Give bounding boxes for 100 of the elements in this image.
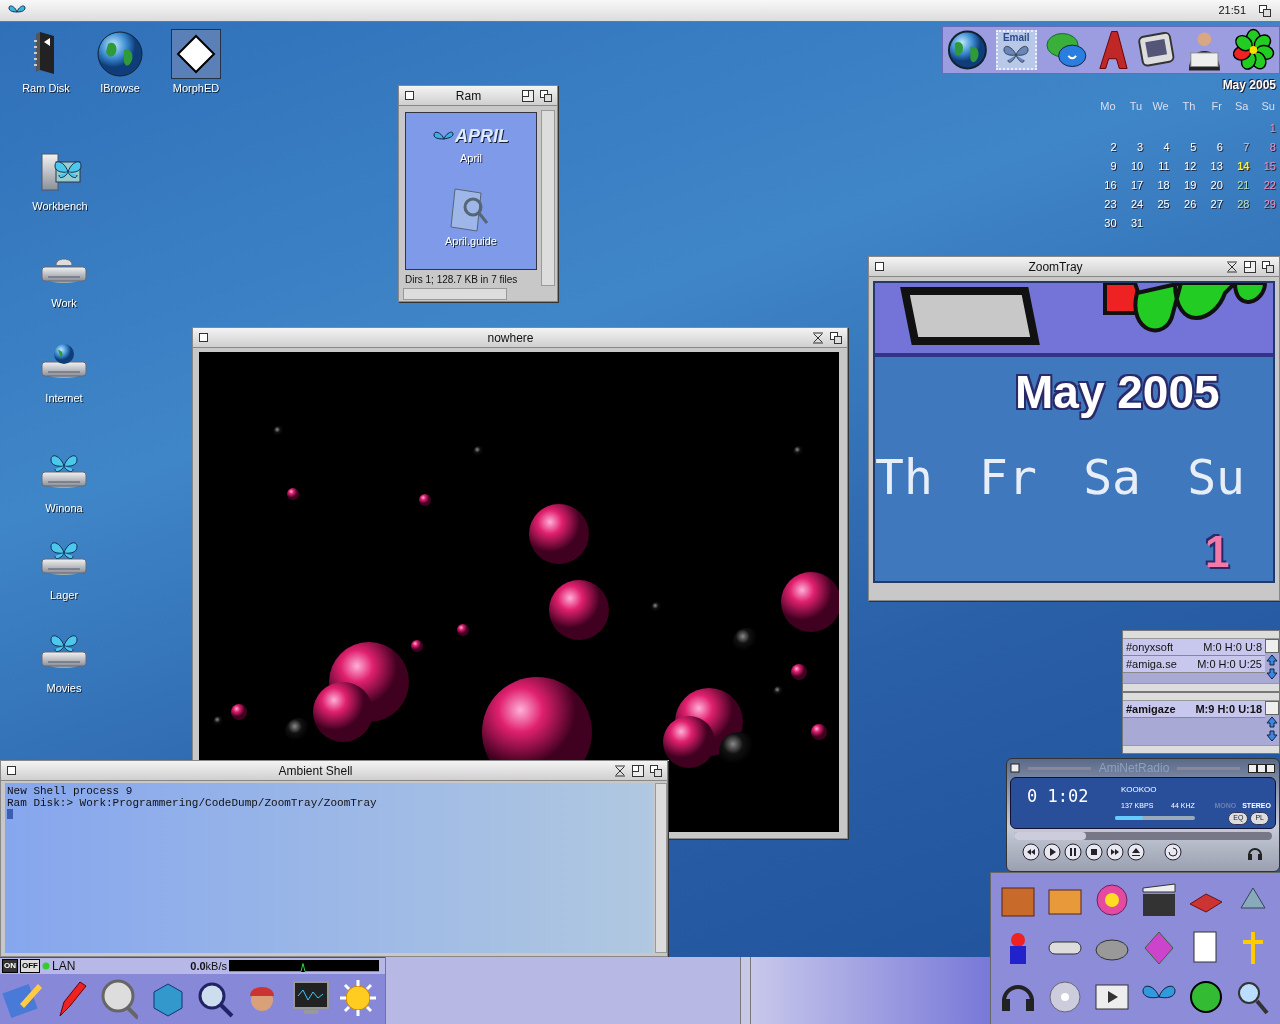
time-display: 0 1:02 bbox=[1027, 785, 1089, 808]
fast-forward-icon[interactable] bbox=[1106, 843, 1124, 861]
interface-label: LAN bbox=[52, 958, 76, 975]
calendar-day[interactable]: 25 bbox=[1143, 195, 1170, 210]
calendar-day[interactable]: 2 bbox=[1090, 138, 1117, 153]
calendar-day[interactable]: 5 bbox=[1169, 138, 1197, 153]
volume-slider[interactable] bbox=[1115, 816, 1195, 820]
weekday-label: We bbox=[1151, 99, 1170, 114]
pause-icon[interactable] bbox=[1064, 843, 1082, 861]
icon-label[interactable]: Internet bbox=[45, 390, 83, 407]
calendar-day[interactable]: 16 bbox=[1090, 176, 1117, 191]
calendar-day[interactable]: 10 bbox=[1116, 157, 1144, 172]
off-button[interactable]: OFF bbox=[20, 959, 40, 973]
on-button[interactable]: ON bbox=[2, 959, 18, 973]
close-icon[interactable] bbox=[873, 260, 886, 273]
calendar-day[interactable]: 21 bbox=[1222, 176, 1250, 191]
globe-icon[interactable] bbox=[96, 30, 144, 78]
scroll-knob[interactable] bbox=[1265, 701, 1279, 715]
stop-icon[interactable] bbox=[1085, 843, 1103, 861]
vertical-scrollbar[interactable] bbox=[541, 110, 555, 286]
depth-icon[interactable] bbox=[1261, 259, 1275, 274]
calendar-day[interactable]: 9 bbox=[1090, 157, 1117, 172]
calendar-day[interactable]: 31 bbox=[1116, 214, 1144, 229]
zoom-icon[interactable] bbox=[1243, 259, 1257, 274]
icon-label[interactable]: MorphED bbox=[172, 80, 220, 97]
text-cursor bbox=[7, 809, 13, 819]
window-title: Ambient Shell bbox=[277, 762, 354, 780]
zoom-icon[interactable] bbox=[631, 763, 645, 778]
icon-label[interactable]: IBrowse bbox=[100, 80, 140, 97]
document-icon[interactable] bbox=[172, 30, 220, 78]
icon-label[interactable]: Ram Disk bbox=[22, 80, 70, 97]
depth-icon[interactable] bbox=[829, 330, 843, 345]
up-arrow-icon[interactable] bbox=[1265, 653, 1279, 667]
icon-label[interactable]: Work bbox=[51, 295, 77, 312]
close-icon[interactable] bbox=[5, 764, 18, 777]
repeat-icon[interactable] bbox=[1164, 843, 1182, 861]
rewind-icon[interactable] bbox=[1022, 843, 1040, 861]
down-arrow-icon[interactable] bbox=[1265, 729, 1279, 743]
close-icon[interactable] bbox=[403, 89, 416, 102]
zoom-icon[interactable] bbox=[521, 88, 535, 103]
stamp-icon[interactable]: Email bbox=[995, 30, 1037, 70]
depth-icon[interactable] bbox=[539, 88, 553, 103]
calendar-day[interactable]: 18 bbox=[1143, 176, 1170, 191]
icon-label[interactable]: April bbox=[460, 150, 482, 167]
depth-icon[interactable] bbox=[649, 763, 663, 778]
calendar-day[interactable]: 23 bbox=[1090, 195, 1117, 210]
calendar-day[interactable]: 20 bbox=[1196, 176, 1223, 191]
window-buttons-icon[interactable] bbox=[1248, 763, 1276, 773]
weekday-label: Su bbox=[1260, 99, 1276, 114]
calendar-day[interactable]: 26 bbox=[1169, 195, 1197, 210]
calendar-day[interactable]: 24 bbox=[1116, 195, 1144, 210]
icon-label[interactable]: Workbench bbox=[32, 198, 88, 215]
channel-row[interactable]: #onyxsoft M:0 H:0 U:8 bbox=[1123, 639, 1265, 656]
terminal-line: Ram Disk:> Work:Programmering/CodeDump/ZoomTray/ZoomTray bbox=[7, 797, 378, 809]
clock: 21:51 bbox=[1218, 3, 1246, 19]
globe-icon[interactable] bbox=[947, 29, 988, 71]
menu-icon[interactable] bbox=[1010, 763, 1020, 773]
iconify-icon[interactable] bbox=[811, 330, 825, 345]
icon-label[interactable]: Lager bbox=[49, 587, 79, 604]
icon-label[interactable]: Winona bbox=[45, 500, 83, 517]
april-logo[interactable]: APRIL bbox=[433, 123, 509, 150]
iconify-icon[interactable] bbox=[613, 763, 627, 778]
calendar-day[interactable]: 4 bbox=[1143, 138, 1170, 153]
icon-label[interactable]: April.guide bbox=[445, 232, 497, 249]
horizontal-scrollbar[interactable] bbox=[403, 288, 507, 300]
channel-row[interactable]: #amiga.se M:0 H:0 U:25 bbox=[1123, 656, 1265, 673]
status-dot-icon bbox=[42, 962, 50, 970]
weekday-label: Th bbox=[1181, 99, 1197, 114]
up-arrow-icon[interactable] bbox=[1265, 715, 1279, 729]
calendar-day[interactable]: 13 bbox=[1196, 157, 1223, 172]
down-arrow-icon[interactable] bbox=[1265, 667, 1279, 681]
calendar-day[interactable]: 27 bbox=[1196, 195, 1223, 210]
calendar-day[interactable]: 30 bbox=[1090, 214, 1117, 229]
calendar-day[interactable]: 12 bbox=[1169, 157, 1197, 172]
icon-label[interactable]: Movies bbox=[46, 680, 82, 697]
iconify-icon[interactable] bbox=[1225, 259, 1239, 274]
calendar-day[interactable]: 28 bbox=[1222, 195, 1250, 210]
terminal-line: New Shell process 9 bbox=[7, 785, 134, 797]
scroll-knob[interactable] bbox=[1265, 639, 1279, 653]
weekday-label: Tu bbox=[1128, 99, 1144, 114]
calendar-day[interactable]: 14 bbox=[1222, 157, 1250, 172]
magnified-weekday: Sa bbox=[1083, 451, 1141, 503]
seek-slider[interactable] bbox=[1014, 832, 1272, 840]
calendar-day[interactable]: 19 bbox=[1169, 176, 1197, 191]
calendar-day[interactable]: 3 bbox=[1116, 138, 1144, 153]
channel-row[interactable]: #amigaze M:9 H:0 U:18 bbox=[1123, 701, 1265, 718]
chat-bubbles-icon[interactable] bbox=[1044, 30, 1088, 70]
calendar-day[interactable]: 6 bbox=[1196, 138, 1223, 153]
vertical-scrollbar[interactable] bbox=[655, 783, 667, 953]
weekday-label: Mo bbox=[1099, 99, 1117, 114]
depth-icon[interactable] bbox=[1258, 3, 1272, 18]
calendar-day[interactable]: 17 bbox=[1116, 176, 1144, 191]
flower-icon[interactable] bbox=[1232, 28, 1275, 72]
calendar-day[interactable]: 11 bbox=[1143, 157, 1170, 172]
eject-icon[interactable] bbox=[1127, 843, 1145, 861]
play-icon[interactable] bbox=[1043, 843, 1061, 861]
close-icon[interactable] bbox=[197, 331, 210, 344]
calendar-day[interactable]: 7 bbox=[1222, 138, 1250, 153]
butterfly-icon bbox=[433, 130, 455, 143]
track-name: KOOKOO bbox=[1121, 784, 1157, 796]
